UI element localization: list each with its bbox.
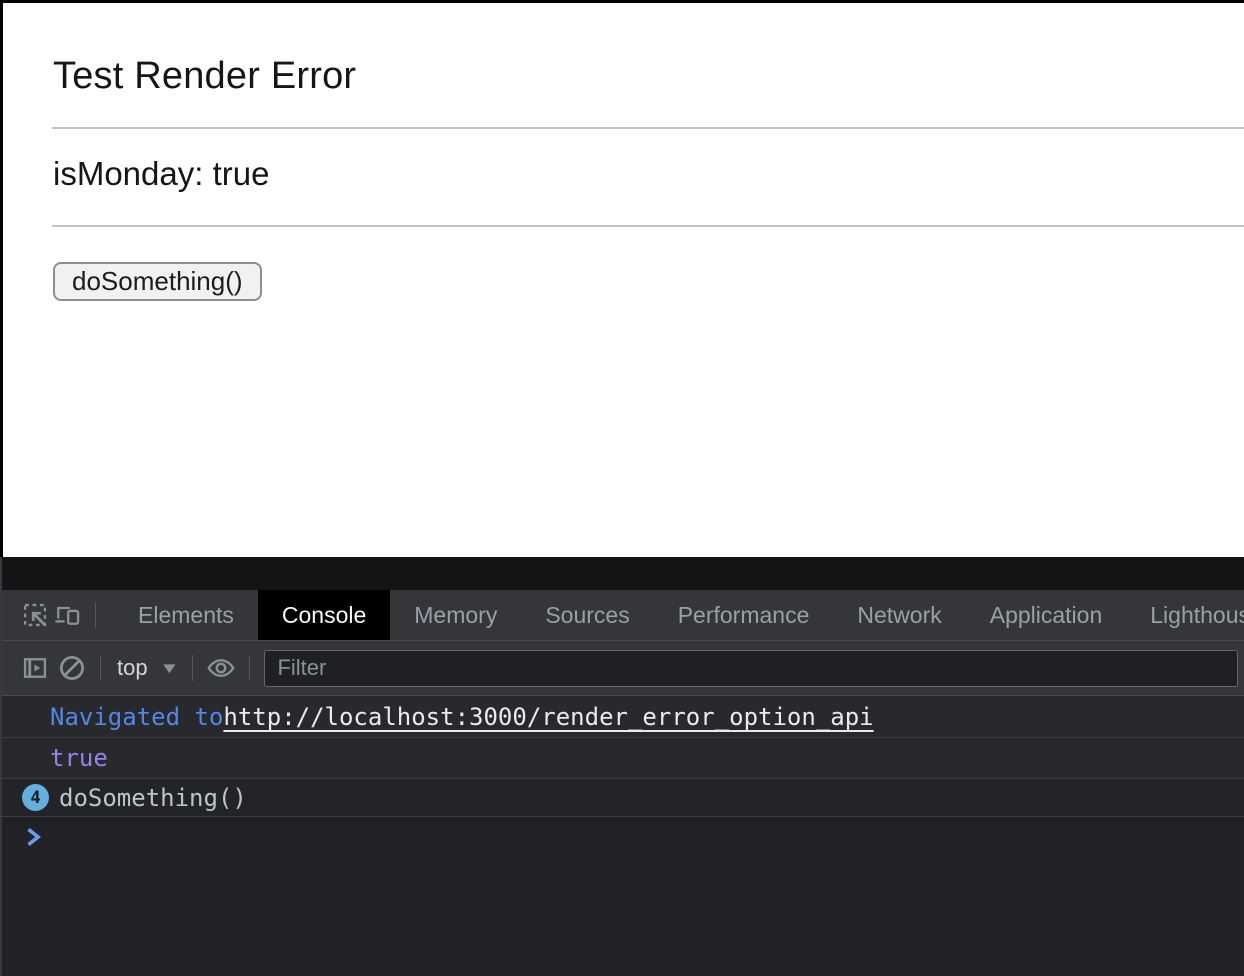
status-text: isMonday: true — [53, 154, 1244, 194]
do-something-button[interactable]: doSomething() — [53, 262, 262, 301]
tab-application[interactable]: Application — [966, 590, 1127, 640]
tab-network[interactable]: Network — [833, 590, 965, 640]
console-message-navigation: Navigated to http://localhost:3000/rende… — [2, 696, 1244, 738]
tab-memory[interactable]: Memory — [390, 590, 521, 640]
tab-elements[interactable]: Elements — [114, 590, 258, 640]
inspect-element-button[interactable] — [19, 598, 51, 632]
context-selector[interactable]: top ▼ — [113, 651, 180, 685]
devtools-top-gap — [0, 557, 1244, 590]
tab-performance[interactable]: Performance — [654, 590, 834, 640]
show-console-sidebar-button[interactable] — [19, 651, 51, 685]
device-toolbar-icon — [53, 601, 81, 629]
clear-console-icon — [57, 653, 87, 683]
toolbar-separator — [95, 602, 96, 628]
divider — [52, 225, 1244, 227]
toggle-device-toolbar-button[interactable] — [51, 598, 83, 632]
toolbar-separator — [100, 655, 101, 681]
tab-sources[interactable]: Sources — [521, 590, 653, 640]
console-boolean-value: true — [50, 744, 108, 772]
repeat-count-badge: 4 — [22, 784, 49, 811]
toolbar-separator — [192, 655, 193, 681]
filter-input[interactable] — [264, 650, 1238, 687]
console-prompt-chevron-icon — [24, 826, 44, 848]
devtools-tabbar: Elements Console Memory Sources Performa… — [2, 590, 1244, 641]
console-message-log: 4 doSomething() — [2, 779, 1244, 817]
inspect-cursor-icon — [21, 601, 49, 629]
divider — [52, 127, 1244, 129]
create-live-expression-button[interactable] — [205, 651, 237, 685]
chevron-down-icon: ▼ — [159, 660, 180, 677]
console-sidebar-icon — [21, 654, 49, 682]
console-toolbar: top ▼ — [2, 641, 1244, 696]
console-info-text: Navigated to — [50, 703, 223, 731]
context-selector-label: top — [117, 655, 148, 681]
eye-icon — [205, 653, 237, 683]
tab-lighthouse[interactable]: Lighthouse — [1126, 590, 1244, 640]
toolbar-separator — [249, 655, 250, 681]
devtools-panel: Elements Console Memory Sources Performa… — [0, 557, 1244, 976]
rendered-page: Test Render Error isMonday: true doSomet… — [0, 0, 1244, 557]
console-log-text: doSomething() — [59, 784, 247, 812]
tab-console[interactable]: Console — [258, 590, 390, 640]
page-title: Test Render Error — [53, 53, 1244, 99]
console-navigation-link[interactable]: http://localhost:3000/render_error_optio… — [223, 703, 873, 731]
clear-console-button[interactable] — [56, 651, 88, 685]
browser-window: Test Render Error isMonday: true doSomet… — [0, 0, 1244, 976]
console-empty-area — [2, 857, 1244, 976]
console-message-result: true — [2, 738, 1244, 779]
console-output: Navigated to http://localhost:3000/rende… — [2, 696, 1244, 976]
console-prompt[interactable] — [2, 817, 1244, 857]
devtools-tabs: Elements Console Memory Sources Performa… — [114, 590, 1244, 640]
